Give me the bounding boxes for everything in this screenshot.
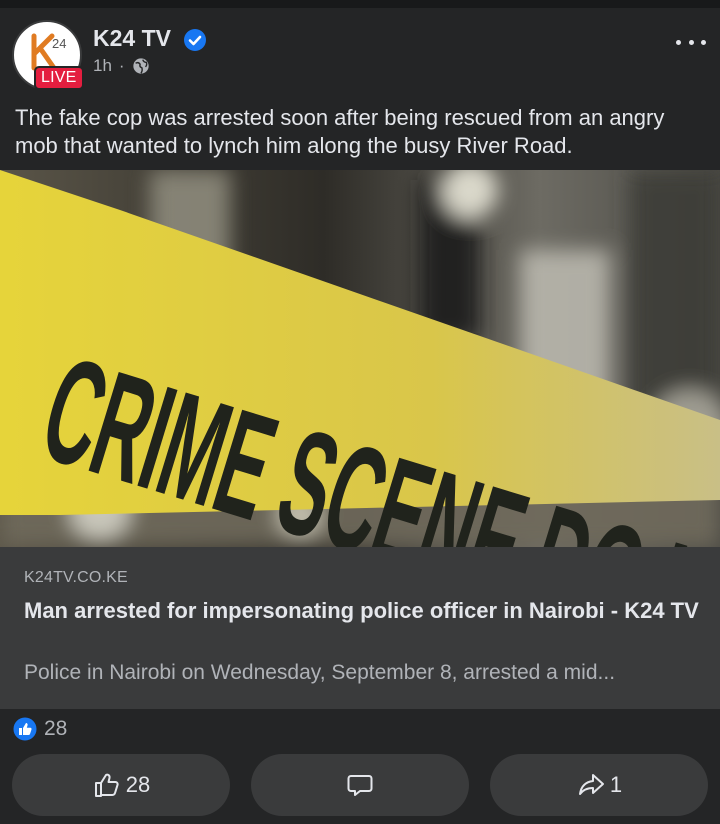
link-preview[interactable]: K24TV.CO.KE Man arrested for impersonati…	[0, 547, 720, 709]
crime-scene-photo: CRIME SCENE DO NOT CROSS	[0, 170, 720, 547]
reaction-summary[interactable]: 28	[12, 716, 67, 742]
link-domain: K24TV.CO.KE	[24, 569, 128, 586]
page-name[interactable]: K24 TV	[93, 25, 171, 52]
post-image[interactable]: CRIME SCENE DO NOT CROSS	[0, 170, 720, 547]
more-dot	[676, 39, 681, 45]
more-dot	[688, 39, 694, 45]
reaction-count: 28	[44, 717, 68, 740]
share-count: 1	[609, 772, 623, 797]
thumbs-up-icon	[94, 773, 119, 797]
like-button[interactable]: 28	[12, 754, 230, 816]
like-reaction-icon	[12, 716, 38, 742]
globe-icon	[132, 58, 149, 74]
post-caption: The fake cop was arrested soon after bei…	[15, 105, 665, 158]
link-title[interactable]: Man arrested for impersonating police of…	[24, 595, 704, 626]
share-button[interactable]: 1	[490, 754, 708, 816]
comment-icon	[347, 775, 373, 796]
like-count: 28	[125, 772, 151, 797]
more-options-button[interactable]	[676, 32, 706, 52]
avatar-logo-text: 24	[52, 36, 66, 51]
live-badge: LIVE	[34, 66, 84, 90]
verified-badge-icon	[184, 29, 206, 51]
more-dot	[701, 39, 706, 45]
post-actions: 28 1	[12, 754, 708, 816]
post-meta: 1h ·	[93, 56, 150, 76]
share-icon	[578, 774, 604, 795]
post-time[interactable]: 1h	[93, 56, 112, 76]
link-description: Police in Nairobi on Wednesday, Septembe…	[24, 661, 616, 684]
meta-separator: ·	[118, 56, 125, 75]
comment-button[interactable]	[251, 754, 469, 816]
top-divider	[0, 0, 720, 8]
post-header: 24 LIVE K24 TV 1h ·	[0, 8, 720, 100]
